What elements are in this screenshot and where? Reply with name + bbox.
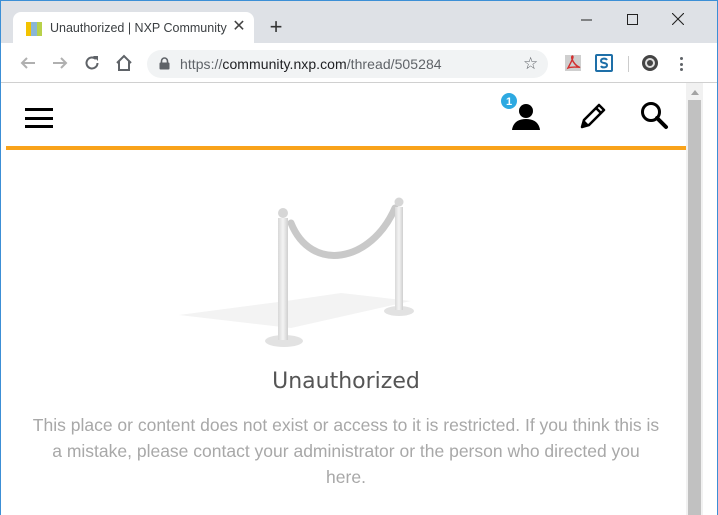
forward-arrow-icon[interactable] (50, 53, 70, 73)
nxp-favicon (26, 22, 42, 36)
pencil-icon[interactable] (576, 99, 610, 133)
bookmark-star-icon[interactable]: ☆ (523, 54, 538, 74)
tab-title: Unauthorized | NXP Community (50, 21, 227, 35)
page-content: 1 Unauthorized This place or content doe… (1, 83, 717, 515)
maximize-icon[interactable] (609, 5, 655, 33)
address-bar[interactable]: https://community.nxp.com/thread/505284 … (147, 50, 548, 78)
browser-menu-icon[interactable] (673, 55, 689, 73)
page-scrollbar[interactable] (686, 83, 703, 515)
hamburger-menu-icon[interactable] (25, 108, 53, 128)
search-icon[interactable] (637, 99, 671, 133)
velvet-rope-barrier-illustration (179, 197, 414, 347)
scroll-up-arrow-icon[interactable] (686, 83, 703, 100)
window-close-icon[interactable] (655, 5, 701, 33)
notification-badge[interactable]: 1 (500, 92, 518, 110)
home-icon[interactable] (114, 53, 134, 73)
record-extension-icon[interactable] (641, 54, 659, 72)
toolbar-separator (628, 56, 629, 72)
minimize-icon[interactable] (563, 5, 609, 33)
tab-close-icon[interactable]: ✕ (231, 18, 247, 36)
back-arrow-icon[interactable] (18, 53, 38, 73)
browser-tab[interactable]: Unauthorized | NXP Community ✕ (13, 12, 254, 43)
error-message: This place or content does not exist or … (32, 415, 660, 487)
lock-icon (159, 57, 170, 70)
url-text: https://community.nxp.com/thread/505284 (180, 56, 442, 72)
new-tab-plus-icon[interactable]: + (265, 16, 287, 39)
error-title: Unauthorized (272, 369, 420, 394)
pdf-extension-icon[interactable] (564, 54, 582, 72)
reload-icon[interactable] (82, 53, 102, 73)
scroll-thumb[interactable] (688, 100, 701, 515)
site-header: 1 (6, 83, 686, 150)
s-extension-icon[interactable] (595, 54, 613, 72)
browser-toolbar: https://community.nxp.com/thread/505284 … (1, 43, 717, 83)
tab-strip: Unauthorized | NXP Community ✕ + (1, 1, 717, 43)
browser-window: Unauthorized | NXP Community ✕ + https:/… (0, 0, 718, 515)
